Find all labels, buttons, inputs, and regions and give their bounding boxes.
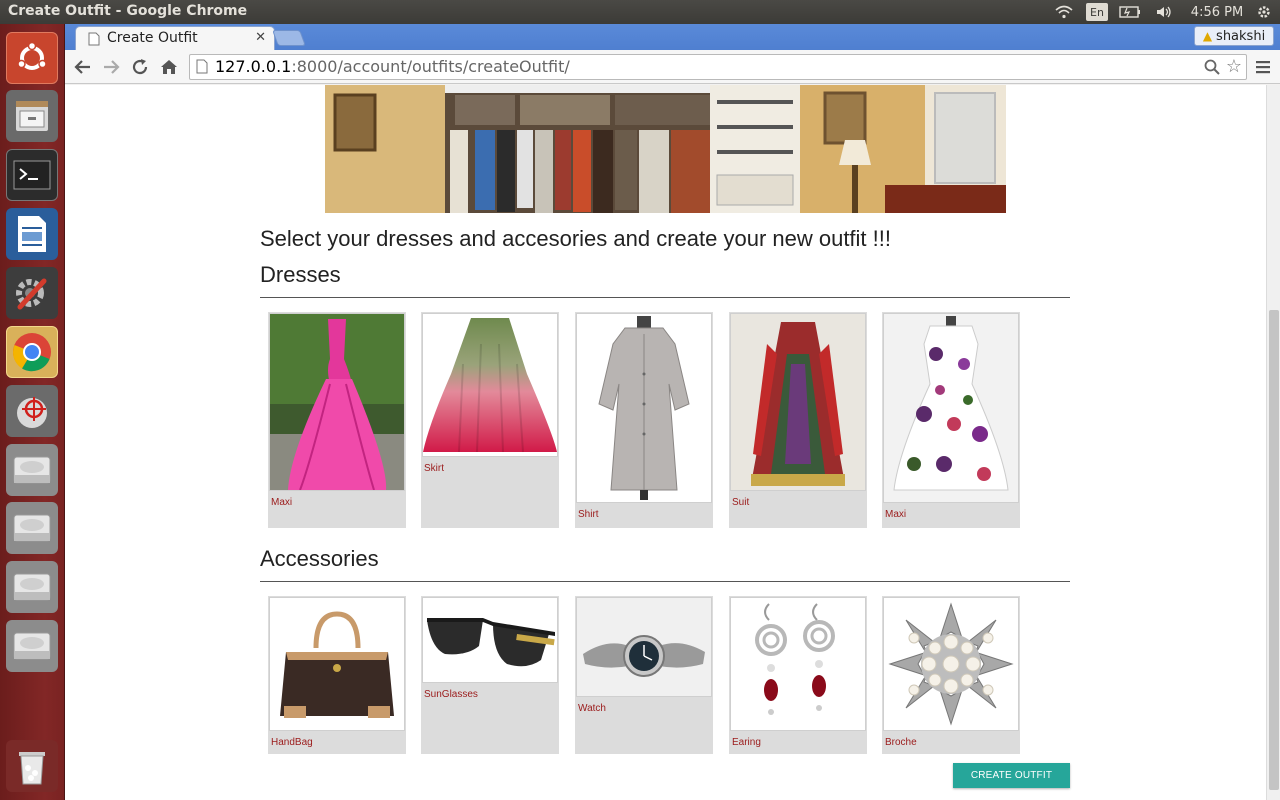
accessory-card[interactable]: SunGlasses [421, 596, 559, 754]
terminal-icon[interactable] [6, 149, 58, 201]
earrings-image [730, 597, 866, 731]
new-tab-button[interactable] [272, 30, 306, 46]
sunglasses-image [422, 597, 558, 683]
trash-icon[interactable] [6, 740, 58, 792]
settings-icon[interactable] [6, 267, 58, 319]
accessory-card[interactable]: Watch [575, 596, 713, 754]
pink-gown-image [269, 313, 405, 491]
volume-icon[interactable] [1153, 3, 1175, 21]
page-intro: Select your dresses and accesories and c… [260, 226, 891, 251]
brooch-image [883, 597, 1019, 731]
url-path: :8000/account/outfits/createOutfit/ [291, 57, 570, 76]
keyboard-layout-indicator[interactable]: En [1086, 3, 1108, 21]
warning-icon: ▲ [1202, 29, 1213, 43]
reload-button[interactable] [128, 55, 152, 79]
files-icon[interactable] [6, 90, 58, 142]
tab-create-outfit[interactable]: Create Outfit ✕ [75, 26, 275, 50]
dresses-divider [260, 297, 1070, 298]
drive-icon-1[interactable] [6, 444, 58, 496]
accessory-label: HandBag [271, 737, 313, 748]
create-outfit-button[interactable]: CREATE OUTFIT [953, 763, 1070, 788]
dress-card[interactable]: Maxi [268, 312, 406, 528]
os-top-bar: Create Outfit - Google Chrome En 4:56 PM [0, 0, 1280, 24]
dress-card[interactable]: Suit [729, 312, 867, 528]
accessory-label: Broche [885, 737, 917, 748]
address-bar[interactable]: 127.0.0.1:8000/account/outfits/createOut… [189, 54, 1247, 80]
dress-card[interactable]: Shirt [575, 312, 713, 528]
dress-label: Skirt [424, 463, 444, 474]
drive-icon-2[interactable] [6, 502, 58, 554]
drive-icon-3[interactable] [6, 561, 58, 613]
back-button[interactable] [71, 55, 95, 79]
anarkali-suit-image [730, 313, 866, 491]
dresses-heading: Dresses [260, 262, 341, 287]
tab-title: Create Outfit [107, 30, 198, 46]
profile-name: shakshi [1216, 28, 1266, 44]
star-icon[interactable]: ☆ [1226, 56, 1242, 77]
battery-icon[interactable] [1118, 3, 1142, 21]
home-button[interactable] [157, 55, 181, 79]
handbag-image [269, 597, 405, 731]
page-icon [196, 59, 208, 78]
dress-label: Shirt [578, 509, 599, 520]
dress-label: Maxi [271, 497, 293, 508]
close-icon[interactable]: ✕ [255, 30, 266, 45]
page-viewport: Select your dresses and accesories and c… [65, 85, 1266, 800]
accessories-heading: Accessories [260, 546, 379, 571]
floral-dress-image [883, 313, 1019, 503]
page-scrollbar[interactable] [1266, 85, 1280, 800]
window-title: Create Outfit - Google Chrome [8, 3, 248, 19]
accessory-label: Watch [578, 703, 606, 714]
dress-card[interactable]: Skirt [421, 312, 559, 528]
dress-label: Suit [732, 497, 750, 508]
wifi-icon[interactable] [1054, 3, 1074, 21]
accessory-card[interactable]: Earing [729, 596, 867, 754]
accessories-divider [260, 581, 1070, 582]
watch-image [576, 597, 712, 697]
gear-icon[interactable] [1254, 3, 1274, 21]
accessory-label: SunGlasses [424, 689, 478, 700]
writer-icon[interactable] [6, 208, 58, 260]
grey-shirt-dress-image [576, 313, 712, 503]
chrome-icon[interactable] [6, 326, 58, 378]
unity-launcher [0, 24, 65, 800]
dress-card[interactable]: Maxi [882, 312, 1020, 528]
scrollbar-thumb[interactable] [1269, 310, 1279, 790]
ubuntu-logo-icon[interactable] [6, 32, 58, 84]
ombre-skirt-image [422, 313, 558, 457]
browser-toolbar: 127.0.0.1:8000/account/outfits/createOut… [65, 50, 1280, 84]
accessory-card[interactable]: Broche [882, 596, 1020, 754]
menu-icon[interactable] [1251, 55, 1275, 79]
page-icon [88, 32, 100, 50]
clock[interactable]: 4:56 PM [1188, 3, 1246, 21]
dress-label: Maxi [885, 509, 907, 520]
tab-strip: Create Outfit ✕ ▲ shakshi [65, 24, 1280, 50]
forward-button[interactable] [99, 55, 123, 79]
closet-banner-image [325, 85, 1006, 213]
drive-icon-4[interactable] [6, 620, 58, 672]
accessory-label: Earing [732, 737, 761, 748]
screenshot-icon[interactable] [6, 385, 58, 437]
search-icon[interactable] [1204, 59, 1220, 79]
accessory-card[interactable]: HandBag [268, 596, 406, 754]
profile-button[interactable]: ▲ shakshi [1194, 26, 1274, 46]
url-host: 127.0.0.1 [215, 57, 292, 76]
